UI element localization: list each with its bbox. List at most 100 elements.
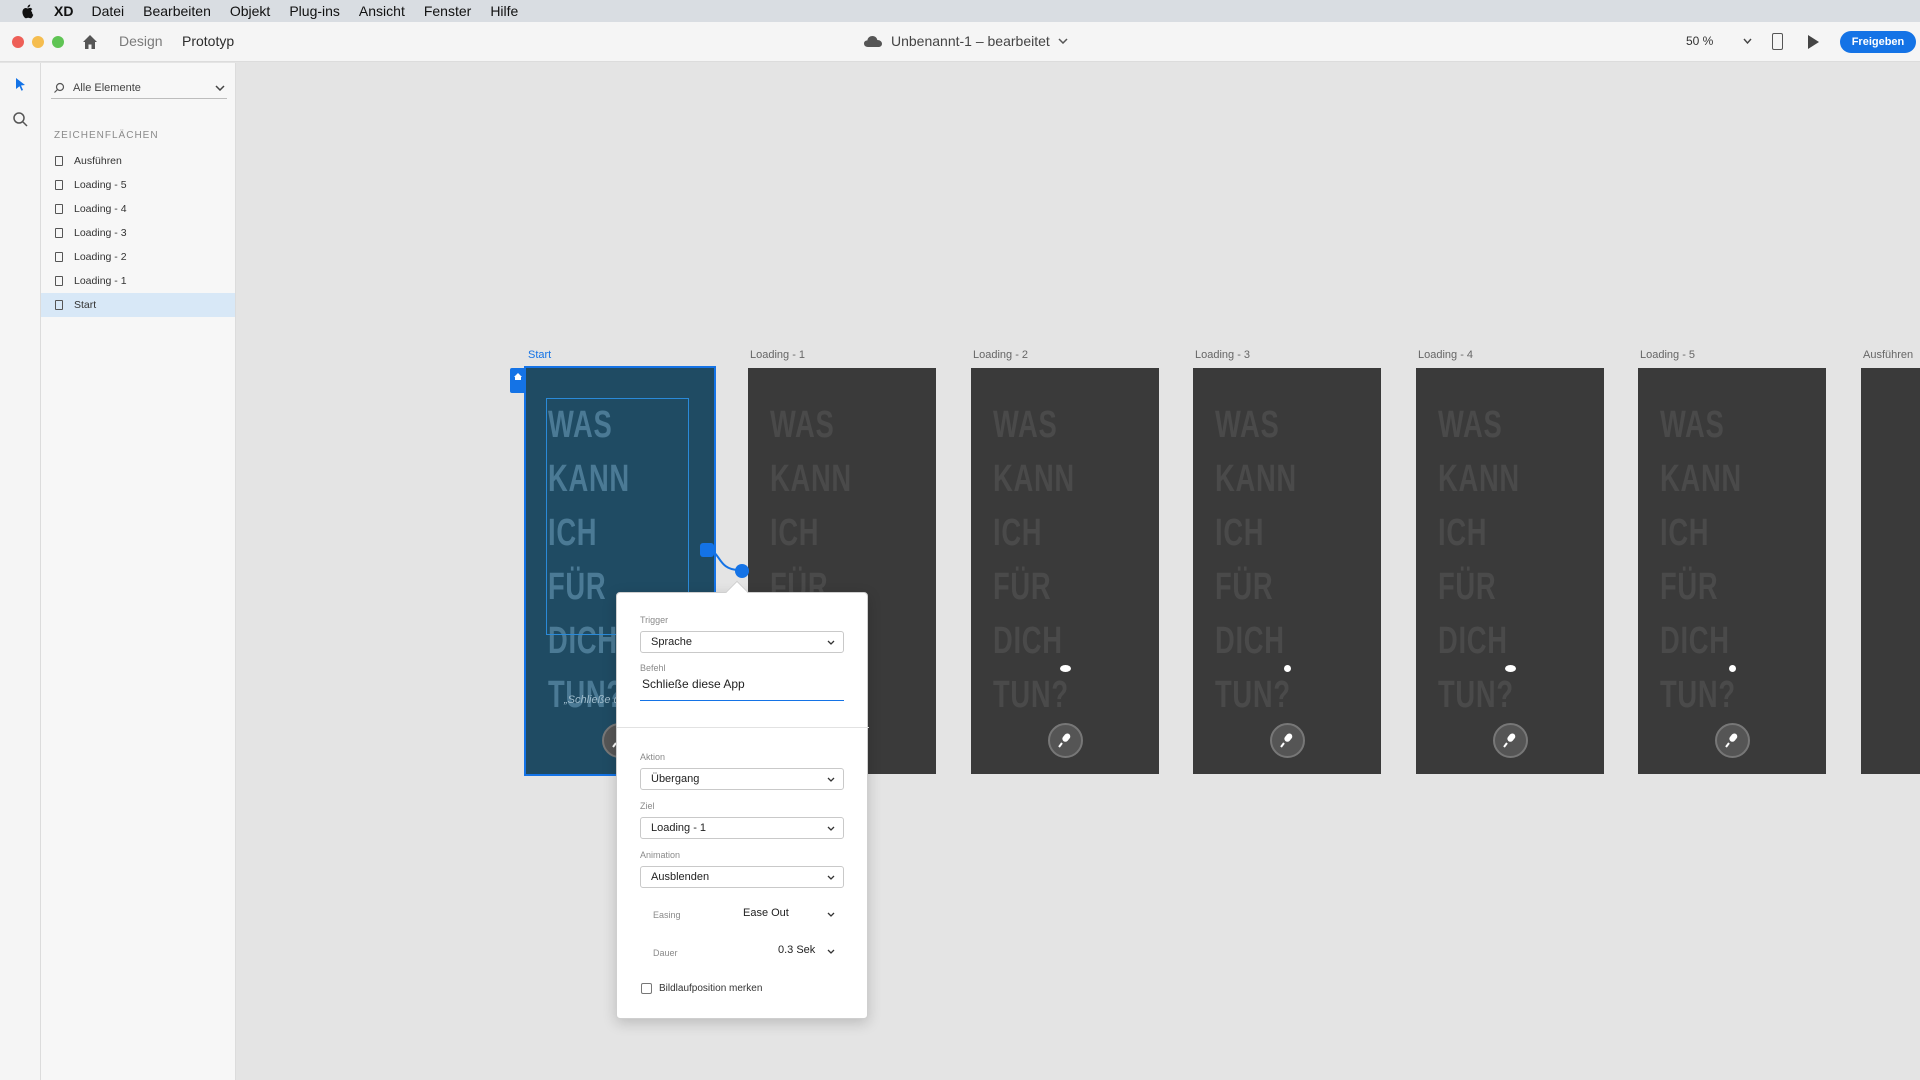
select-tool-icon[interactable] [12, 76, 29, 93]
share-button[interactable]: Freigeben [1840, 31, 1916, 53]
microphone-icon [1725, 733, 1738, 748]
play-icon[interactable] [1808, 35, 1819, 49]
artboard-list: Ausführen Loading - 5 Loading - 4 Loadin… [41, 149, 235, 317]
preserve-scroll-label: Bildlaufposition merken [659, 983, 763, 994]
tab-design[interactable]: Design [119, 33, 163, 49]
canvas[interactable]: Start Loading - 1 Loading - 2 Loading - … [237, 63, 1920, 1080]
layer-label: Loading - 5 [74, 179, 127, 191]
close-window-button[interactable] [12, 36, 24, 48]
command-label: Befehl [640, 663, 666, 673]
duration-dropdown[interactable]: 0.3 Sek [778, 944, 843, 960]
layers-search-input[interactable]: Alle Elemente [51, 77, 227, 99]
layer-label: Ausführen [74, 155, 122, 167]
animation-label: Animation [640, 850, 681, 860]
layer-label: Loading - 2 [74, 251, 127, 263]
layer-item[interactable]: Loading - 3 [41, 221, 235, 245]
trigger-dropdown[interactable]: Sprache [640, 631, 844, 653]
layer-item[interactable]: Loading - 2 [41, 245, 235, 269]
artboard-label-loading-1[interactable]: Loading - 1 [750, 349, 805, 361]
layer-label: Loading - 3 [74, 227, 127, 239]
artboard-icon [55, 204, 63, 214]
chevron-down-icon[interactable] [215, 85, 225, 91]
chevron-down-icon [827, 826, 835, 831]
microphone-button [1715, 723, 1750, 758]
zoom-value: 50 % [1686, 34, 1714, 48]
trigger-label: Trigger [640, 615, 669, 625]
chevron-down-icon [1743, 38, 1752, 44]
layer-item[interactable]: Loading - 1 [41, 269, 235, 293]
search-icon[interactable] [12, 111, 29, 128]
microphone-icon [1503, 733, 1516, 748]
layer-item[interactable]: Loading - 4 [41, 197, 235, 221]
microphone-button [1493, 723, 1528, 758]
menu-datei[interactable]: Datei [91, 3, 124, 19]
apple-icon[interactable] [20, 3, 36, 19]
artboard-label-loading-5[interactable]: Loading - 5 [1640, 349, 1695, 361]
chevron-down-icon [827, 949, 835, 954]
artboard-headline: WAS KANN ICH FÜR DICH TUN? [1438, 404, 1520, 716]
artboard-loading-4[interactable]: WAS KANN ICH FÜR DICH TUN? [1416, 368, 1604, 774]
menu-fenster[interactable]: Fenster [424, 3, 471, 19]
preserve-scroll-checkbox[interactable]: Bildlaufposition merken [641, 983, 762, 994]
checkbox-box[interactable] [641, 983, 652, 994]
artboard-icon [55, 156, 63, 166]
popover-divider [617, 727, 869, 728]
menu-bearbeiten[interactable]: Bearbeiten [143, 3, 211, 19]
action-value: Übergang [651, 773, 700, 785]
interaction-arrow-icon[interactable] [735, 564, 749, 578]
document-title[interactable]: Unbenannt-1 – bearbeitet [864, 33, 1068, 49]
target-value: Loading - 1 [651, 822, 707, 834]
zoom-window-button[interactable] [52, 36, 64, 48]
artboard-loading-5[interactable]: WAS KANN ICH FÜR DICH TUN? [1638, 368, 1826, 774]
chevron-down-icon [827, 640, 835, 645]
minimize-window-button[interactable] [32, 36, 44, 48]
menu-hilfe[interactable]: Hilfe [490, 3, 518, 19]
artboard-label-loading-2[interactable]: Loading - 2 [973, 349, 1028, 361]
microphone-icon [1058, 733, 1071, 748]
menu-plugins[interactable]: Plug-ins [289, 3, 340, 19]
artboard-ausfuehren[interactable] [1861, 368, 1920, 774]
tool-rail [0, 63, 41, 1080]
menu-ansicht[interactable]: Ansicht [359, 3, 405, 19]
menu-objekt[interactable]: Objekt [230, 3, 270, 19]
target-dropdown[interactable]: Loading - 1 [640, 817, 844, 839]
layer-label: Loading - 1 [74, 275, 127, 287]
layer-item-selected[interactable]: Start [41, 293, 235, 317]
chevron-down-icon [1058, 38, 1068, 44]
artboard-label-start[interactable]: Start [528, 349, 551, 361]
device-preview-icon[interactable] [1772, 33, 1783, 50]
layer-item[interactable]: Ausführen [41, 149, 235, 173]
layer-label: Loading - 4 [74, 203, 127, 215]
microphone-button [1270, 723, 1305, 758]
command-input[interactable]: Schließe diese App [640, 677, 844, 701]
action-dropdown[interactable]: Übergang [640, 768, 844, 790]
trigger-value: Sprache [651, 636, 692, 648]
action-label: Aktion [640, 752, 666, 762]
home-screen-badge[interactable] [510, 368, 526, 393]
tab-prototype[interactable]: Prototyp [182, 33, 234, 49]
layer-item[interactable]: Loading - 5 [41, 173, 235, 197]
home-icon[interactable] [80, 32, 100, 52]
animation-dropdown[interactable]: Ausblenden [640, 866, 844, 888]
artboard-loading-3[interactable]: WAS KANN ICH FÜR DICH TUN? [1193, 368, 1381, 774]
layers-search-text: Alle Elemente [73, 81, 141, 94]
artboard-icon [55, 276, 63, 286]
zoom-dropdown[interactable]: 50 % [1686, 34, 1752, 48]
artboard-label-loading-3[interactable]: Loading - 3 [1195, 349, 1250, 361]
popover-tip [725, 580, 749, 604]
animation-value: Ausblenden [651, 871, 710, 883]
artboard-label-loading-4[interactable]: Loading - 4 [1418, 349, 1473, 361]
artboard-label-ausfuehren[interactable]: Ausführen [1863, 349, 1913, 361]
app-name[interactable]: XD [54, 3, 73, 19]
loading-dot [1284, 665, 1291, 672]
menu-bar: XD Datei Bearbeiten Objekt Plug-ins Ansi… [0, 0, 1920, 22]
chevron-down-icon [827, 912, 835, 917]
artboards-section-title: ZEICHENFLÄCHEN [54, 130, 159, 141]
loading-dot [1729, 665, 1736, 672]
loading-dot [1505, 665, 1516, 672]
easing-dropdown[interactable]: Ease Out [743, 907, 843, 923]
artboard-headline: WAS KANN ICH FÜR DICH TUN? [1660, 404, 1742, 716]
artboard-loading-2[interactable]: WAS KANN ICH FÜR DICH TUN? [971, 368, 1159, 774]
chevron-down-icon [827, 875, 835, 880]
duration-value: 0.3 Sek [778, 944, 816, 956]
